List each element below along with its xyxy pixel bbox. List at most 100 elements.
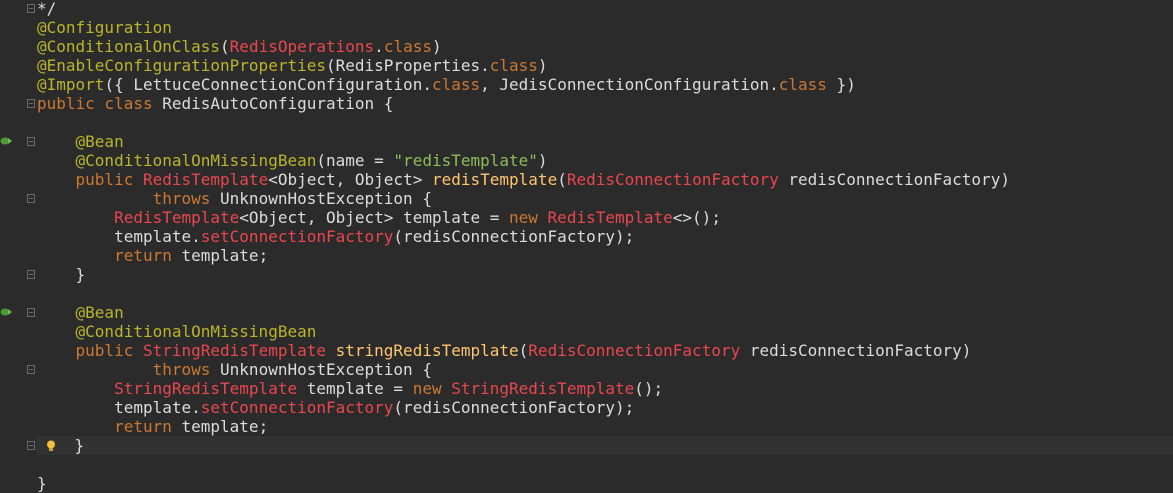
code-line[interactable]: } xyxy=(37,474,1173,493)
code-token: (); xyxy=(634,379,664,398)
code-token: setConnectionFactory xyxy=(200,227,394,246)
code-token: @Configuration xyxy=(37,18,172,37)
fold-marker-icon[interactable] xyxy=(27,99,35,108)
code-line[interactable]: @Configuration xyxy=(37,18,1173,37)
code-token: @Import xyxy=(37,75,105,94)
code-token: @ConditionalOnClass xyxy=(37,37,221,56)
editor-gutter[interactable] xyxy=(0,0,36,493)
code-token: redisTemplate xyxy=(431,170,558,189)
code-line[interactable]: StringRedisTemplate template = new Strin… xyxy=(37,379,1173,398)
code-token: <>(); xyxy=(672,208,721,227)
code-token: redisConnectionFactory) xyxy=(740,341,972,360)
code-token: } xyxy=(74,436,85,455)
code-line[interactable]: throws UnknownHostException { xyxy=(37,189,1173,208)
code-token: StringRedisTemplate xyxy=(114,379,298,398)
code-line[interactable] xyxy=(37,455,1173,474)
code-line[interactable]: @ConditionalOnMissingBean xyxy=(37,322,1173,341)
fold-marker-icon[interactable] xyxy=(27,270,35,279)
fold-marker-icon[interactable] xyxy=(27,308,35,317)
code-line[interactable]: public StringRedisTemplate stringRedisTe… xyxy=(37,341,1173,360)
code-line[interactable]: @Bean xyxy=(37,303,1173,322)
code-line[interactable]: @Import({ LettuceConnectionConfiguration… xyxy=(37,75,1173,94)
code-token: ( xyxy=(518,341,529,360)
code-line[interactable]: template.setConnectionFactory(redisConne… xyxy=(37,227,1173,246)
code-line[interactable]: @Bean xyxy=(37,132,1173,151)
code-token: class xyxy=(383,37,432,56)
code-token: "redisTemplate" xyxy=(393,151,538,170)
code-token: @Bean xyxy=(75,303,124,322)
fold-marker-icon[interactable] xyxy=(27,194,35,203)
code-token: @ConditionalOnMissingBean xyxy=(75,151,317,170)
code-token: ) xyxy=(431,37,442,56)
code-token: @ConditionalOnMissingBean xyxy=(75,322,317,341)
code-token: new xyxy=(412,379,452,398)
code-token: template; xyxy=(181,246,269,265)
code-token: StringRedisTemplate xyxy=(142,341,336,360)
code-token: return xyxy=(114,417,182,436)
code-token: RedisTemplate xyxy=(114,208,240,227)
code-token: public xyxy=(75,170,143,189)
code-line[interactable]: template.setConnectionFactory(redisConne… xyxy=(37,398,1173,417)
code-line[interactable]: return template; xyxy=(37,417,1173,436)
code-token: (redisConnectionFactory); xyxy=(393,227,635,246)
code-token: class xyxy=(778,75,827,94)
code-token: (redisConnectionFactory); xyxy=(393,398,635,417)
code-token: (name = xyxy=(316,151,394,170)
code-line[interactable]: } xyxy=(37,265,1173,284)
code-line[interactable]: @ConditionalOnMissingBean(name = "redisT… xyxy=(37,151,1173,170)
code-line[interactable] xyxy=(37,284,1173,303)
code-token: RedisAutoConfiguration { xyxy=(162,94,394,113)
code-token: template = xyxy=(297,379,413,398)
code-token: template; xyxy=(181,417,269,436)
code-token: , JedisConnectionConfiguration. xyxy=(480,75,779,94)
code-line[interactable]: RedisTemplate<Object, Object> template =… xyxy=(37,208,1173,227)
code-line[interactable]: public class RedisAutoConfiguration { xyxy=(37,94,1173,113)
code-token: class xyxy=(431,75,481,94)
code-line[interactable]: throws UnknownHostException { xyxy=(37,360,1173,379)
code-token: RedisTemplate xyxy=(547,208,673,227)
bean-run-icon[interactable] xyxy=(0,307,12,317)
code-token: @Bean xyxy=(75,132,124,151)
code-line[interactable]: public RedisTemplate<Object, Object> red… xyxy=(37,170,1173,189)
code-token: <Object, Object> template = xyxy=(239,208,510,227)
code-line[interactable] xyxy=(37,113,1173,132)
code-token: RedisTemplate xyxy=(142,170,269,189)
code-token: return xyxy=(114,246,182,265)
code-token: */ xyxy=(37,0,57,18)
code-token: throws xyxy=(152,189,221,208)
code-token: UnknownHostException { xyxy=(220,189,432,208)
fold-marker-icon[interactable] xyxy=(27,365,35,374)
code-token: ) xyxy=(537,151,548,170)
code-token: throws xyxy=(152,360,221,379)
code-line[interactable]: @ConditionalOnClass(RedisOperations.clas… xyxy=(37,37,1173,56)
fold-marker-icon[interactable] xyxy=(27,137,35,146)
code-line[interactable]: } xyxy=(36,436,1173,455)
bean-run-icon[interactable] xyxy=(0,136,12,146)
code-token: ( xyxy=(220,37,230,56)
lightbulb-icon[interactable] xyxy=(46,440,56,452)
fold-marker-icon[interactable] xyxy=(27,4,35,13)
fold-marker-icon[interactable] xyxy=(27,441,35,450)
code-token: (RedisProperties. xyxy=(325,56,490,75)
code-line[interactable]: */ xyxy=(37,0,1173,18)
code-token: new xyxy=(509,208,548,227)
code-line[interactable]: return template; xyxy=(37,246,1173,265)
code-editor[interactable]: */@Configuration @ConditionalOnClass(Redi… xyxy=(0,0,1173,493)
code-token: ( xyxy=(557,170,567,189)
code-line[interactable]: @EnableConfigurationProperties(RedisProp… xyxy=(37,56,1173,75)
code-token: }) xyxy=(826,75,856,94)
code-token: public xyxy=(75,341,143,360)
code-token: RedisConnectionFactory xyxy=(566,170,779,189)
